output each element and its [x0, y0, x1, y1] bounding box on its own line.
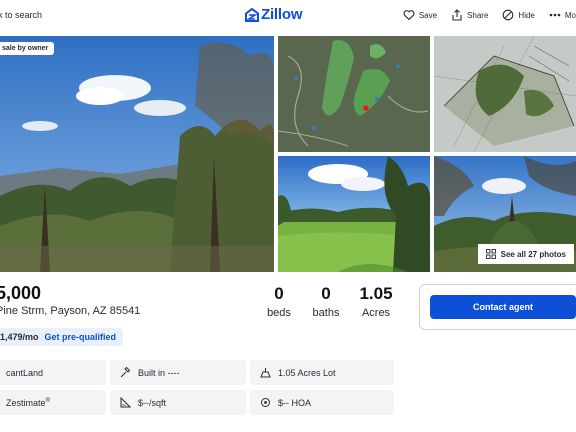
plat-survey-image [434, 36, 576, 152]
price-per-sqft-value: $--/sqft [138, 397, 167, 408]
back-to-search-link[interactable]: k to search [0, 10, 42, 20]
pine-trees-photo[interactable]: See all 27 photos [434, 156, 576, 272]
fact-zestimate[interactable]: Zestimate® [0, 390, 106, 415]
fact-year-built: Built in ---- [110, 360, 246, 385]
see-all-photos-button[interactable]: See all 27 photos [477, 244, 574, 264]
grid-icon [485, 249, 496, 259]
acres-stat: 1.05 Acres [356, 284, 396, 320]
hoa-icon [261, 398, 270, 407]
get-pre-qualified-link[interactable]: Get pre-qualified [45, 332, 117, 342]
hammer-icon [120, 367, 131, 378]
lot-size-icon [260, 368, 271, 378]
share-icon [452, 9, 462, 21]
zestimate-value: Zestimate® [6, 397, 50, 408]
golf-course-photo[interactable] [278, 156, 430, 272]
more-label: Mo [564, 10, 576, 20]
acres-label: Acres [361, 307, 391, 319]
listing-actions: Save Share Hide Mo [403, 9, 576, 21]
photo-gallery: sale by owner See all 27 photos [0, 36, 576, 272]
fact-lot-size: 1.05 Acres Lot [250, 360, 394, 385]
beds-label: beds [267, 307, 291, 319]
baths-label: baths [312, 307, 340, 319]
zillow-logo[interactable]: Zillow [245, 6, 302, 23]
baths-value: 0 [321, 284, 331, 303]
share-button[interactable]: Share [451, 9, 488, 21]
listing-address: Pine Strm, Payson, AZ 85541 [0, 305, 141, 317]
share-label: Share [467, 10, 489, 20]
hide-button[interactable]: Hide [502, 9, 535, 21]
fact-home-type: cantLand [0, 360, 106, 385]
forest-landscape-image [0, 36, 274, 272]
main-photo[interactable]: sale by owner [0, 36, 274, 272]
heart-icon [403, 10, 415, 21]
contact-agent-button[interactable]: Contact agent [430, 295, 576, 319]
fact-hoa: $-- HOA [250, 390, 394, 415]
see-all-photos-label: See all 27 photos [500, 249, 566, 259]
beds-value: 0 [274, 284, 284, 303]
aerial-photo[interactable] [278, 36, 430, 152]
payment-estimate-chip: 1,479/mo Get pre-qualified [0, 328, 124, 346]
lot-size-value: 1.05 Acres Lot [278, 367, 336, 378]
baths-stat: 0 baths [307, 284, 345, 320]
monthly-payment[interactable]: 1,479/mo [0, 332, 39, 342]
hide-icon [503, 9, 514, 21]
zillow-logo-icon [245, 7, 259, 22]
top-nav: k to search Zillow Save Share Hide Mo [0, 0, 576, 34]
year-built-value: Built in ---- [138, 367, 180, 378]
beds-stat: 0 beds [262, 284, 296, 320]
save-button[interactable]: Save [403, 9, 437, 21]
more-button[interactable]: Mo [549, 9, 576, 21]
for-sale-by-owner-tag: sale by owner [0, 42, 55, 55]
golf-course-image [278, 156, 430, 272]
listing-price: 5,000 [0, 283, 42, 303]
fact-price-per-sqft: $--/sqft [110, 390, 246, 415]
aerial-map-image [278, 36, 430, 152]
ruler-icon [120, 397, 131, 408]
save-label: Save [418, 10, 438, 20]
acres-value: 1.05 [359, 284, 393, 303]
plat-map-photo[interactable] [434, 36, 576, 152]
hoa-value: $-- HOA [278, 397, 312, 408]
hide-label: Hide [518, 10, 535, 20]
more-icon [549, 13, 561, 17]
logo-text: Zillow [261, 6, 303, 23]
home-type-value: cantLand [6, 367, 44, 378]
